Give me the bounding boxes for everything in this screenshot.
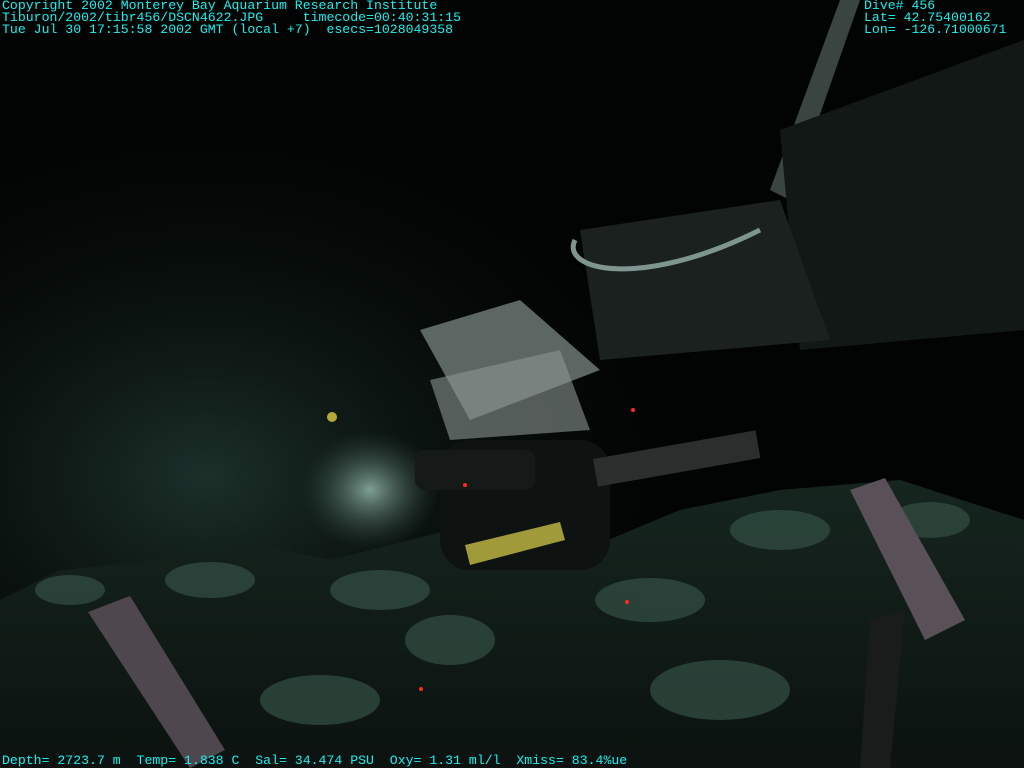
date-esecs-text: Tue Jul 30 17:15:58 2002 GMT (local +7) … <box>2 22 454 37</box>
seafloor-image <box>0 0 1024 768</box>
header-left-overlay: Copyright 2002 Monterey Bay Aquarium Res… <box>2 0 461 36</box>
underwater-photo: Copyright 2002 Monterey Bay Aquarium Res… <box>0 0 1024 768</box>
sediment-plume <box>300 430 440 550</box>
header-right-overlay: Dive# 456 Lat= 42.75400162 Lon= -126.71000… <box>864 0 1006 36</box>
footer-overlay: Depth= 2723.7 m Temp= 1.838 C Sal= 34.47… <box>2 753 628 768</box>
sensor-readings-text: Depth= 2723.7 m Temp= 1.838 C Sal= 34.47… <box>2 753 628 768</box>
longitude-text: Lon= -126.71000671 <box>864 22 1007 37</box>
